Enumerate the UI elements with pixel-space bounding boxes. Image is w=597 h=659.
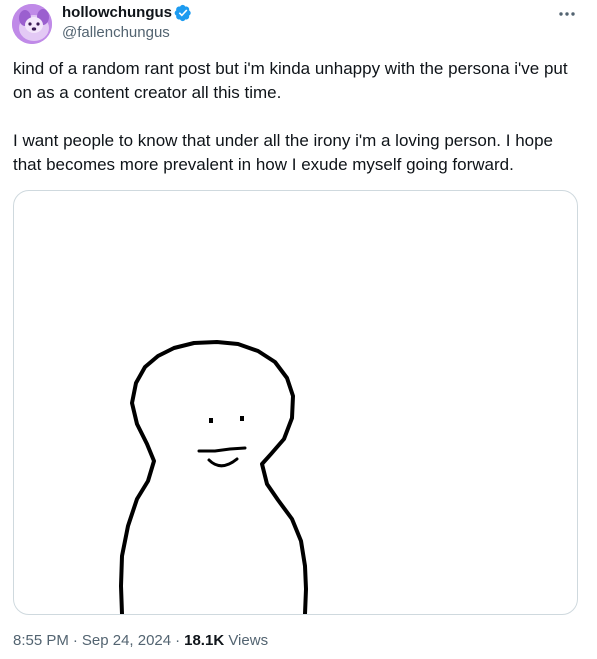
views-count[interactable]: 18.1K <box>184 632 224 649</box>
ellipsis-icon <box>559 12 575 16</box>
post-time[interactable]: 8:55 PM <box>13 632 69 649</box>
separator: · <box>175 632 181 649</box>
stick-figure-drawing-icon <box>119 340 308 614</box>
more-options-button[interactable] <box>555 4 579 24</box>
verified-badge-icon[interactable] <box>174 4 192 22</box>
separator: · <box>72 632 78 649</box>
post-meta: 8:55 PM · Sep 24, 2024 · 18.1K Views <box>13 631 268 651</box>
avatar[interactable] <box>12 4 52 44</box>
display-name[interactable]: hollowchungus <box>62 3 172 23</box>
views-label: Views <box>228 632 269 649</box>
post-paragraph: kind of a random rant post but i'm kinda… <box>13 59 568 102</box>
post-date[interactable]: Sep 24, 2024 <box>82 632 171 649</box>
dog-avatar-icon <box>12 4 52 44</box>
name-row: hollowchungus <box>62 3 192 23</box>
handle[interactable]: @fallenchungus <box>62 23 192 43</box>
post-text: kind of a random rant post but i'm kinda… <box>13 57 583 177</box>
media-image[interactable] <box>13 190 578 615</box>
tweet: hollowchungus @fallenchungus kind of a r… <box>0 0 597 659</box>
post-paragraph: I want people to know that under all the… <box>13 131 554 174</box>
author-info: hollowchungus @fallenchungus <box>62 3 192 43</box>
